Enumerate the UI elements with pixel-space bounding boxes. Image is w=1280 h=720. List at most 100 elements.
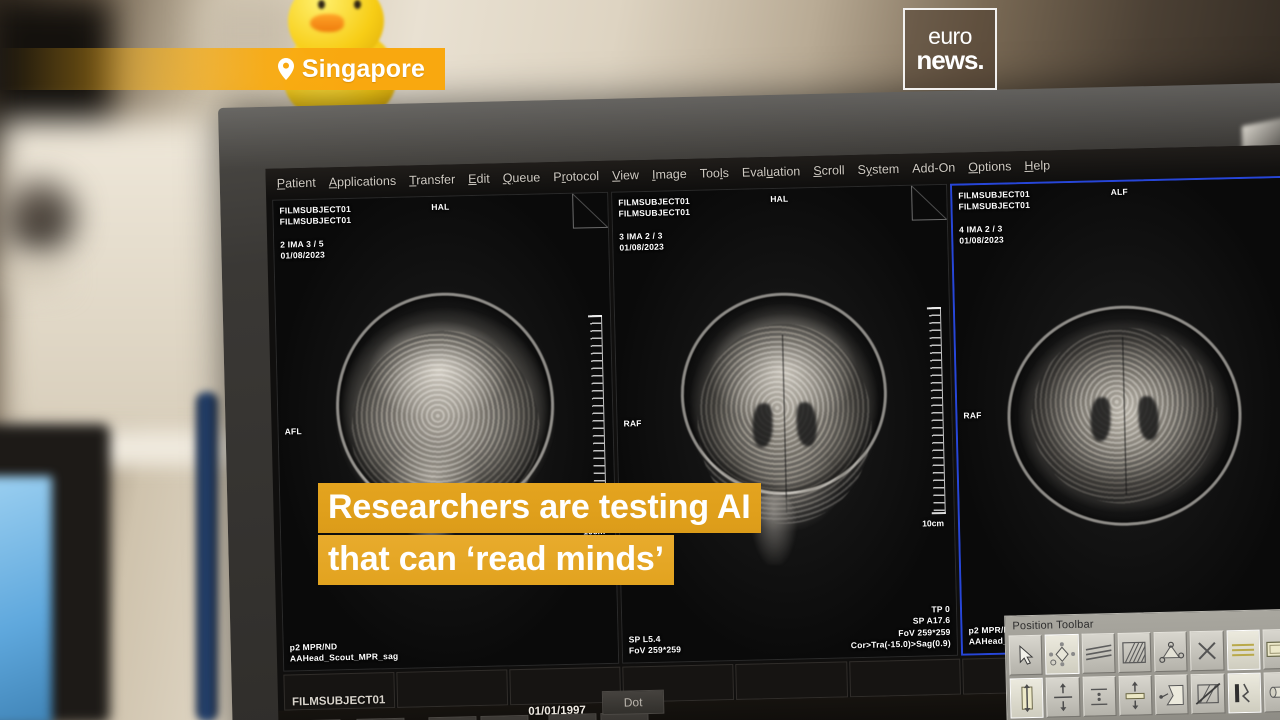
distribute-slices-button[interactable] (1045, 676, 1081, 718)
position-toolbar-grid (1008, 628, 1280, 719)
vertical-arrow-icon (1020, 684, 1033, 713)
menu-item-system[interactable]: System (857, 162, 899, 177)
hatched-slab-icon (1122, 641, 1147, 664)
background-slot (0, 268, 62, 284)
location-banner-content: Singapore (277, 54, 425, 84)
map-pin-icon (277, 58, 294, 80)
cancel-button[interactable]: ✕ (548, 713, 598, 720)
menu-item-evaluation[interactable]: Evaluation (742, 164, 801, 179)
brain-transverse-render (998, 296, 1251, 535)
move-handles-icon (1048, 642, 1075, 667)
mri-workstation-monitor: Patient Applications Transfer Edit Queue… (218, 82, 1280, 720)
transverse-image (952, 177, 1280, 654)
menu-item-edit[interactable]: Edit (468, 172, 490, 187)
coronal-image (612, 184, 958, 663)
location-label: Singapore (301, 54, 425, 83)
menu-item-protocol[interactable]: Protocol (553, 169, 599, 184)
angled-slices-button[interactable] (1117, 632, 1152, 673)
gap-dots-icon (1091, 688, 1108, 706)
location-banner: Singapore (0, 48, 445, 90)
background-cable (196, 392, 218, 720)
shift-slice-button[interactable] (1009, 677, 1044, 719)
menu-item-add-on[interactable]: Add-On (912, 161, 955, 176)
coronal-orientation-top: HAL (770, 193, 789, 205)
viewport-transverse[interactable]: FILMSUBJECT01 FILMSUBJECT01 4 IMA 2 / 3 01/… (949, 175, 1280, 656)
duck-eye-left (318, 0, 325, 9)
bottom-subject-label: FILMSUBJECT01 (291, 694, 386, 709)
ventricle-left (1089, 397, 1111, 442)
video-frame: Patient Applications Transfer Edit Queue… (0, 0, 1280, 720)
coronal-orientation-left: RAF (623, 417, 642, 429)
caption-line-1: Researchers are testing AI (318, 483, 761, 533)
menu-label: atient (284, 175, 316, 191)
menu-item-tools[interactable]: Tools (700, 166, 730, 181)
sagittal-image (273, 192, 619, 671)
viewport-coronal[interactable]: FILMSUBJECT01 FILMSUBJECT01 3 IMA 2 / 3 01/… (611, 183, 959, 664)
parallel-lines-icon (1085, 644, 1112, 661)
menu-item-queue[interactable]: Queue (503, 170, 541, 185)
sagittal-orientation-left: AFL (284, 425, 302, 437)
move-slice-group-button[interactable] (1044, 633, 1080, 675)
parallel-slices-button[interactable] (1081, 633, 1116, 674)
image-region-button[interactable] (1262, 628, 1280, 670)
filmsheet-button[interactable]: ⌸ (428, 716, 478, 720)
cursor-arrow-icon (1019, 645, 1034, 665)
delete-slices-button[interactable] (1189, 630, 1225, 672)
disable-slices-button[interactable] (1190, 673, 1226, 715)
gap-slices-button[interactable] (1082, 676, 1117, 717)
ruler-cap-bottom (931, 512, 946, 515)
duck-eye-right (354, 0, 361, 9)
center-slices-button[interactable] (1118, 675, 1153, 716)
angle-measure-button[interactable] (1154, 674, 1189, 716)
viewport-sagittal[interactable]: FILMSUBJECT01 FILMSUBJECT01 2 IMA 3 / 5 01/… (272, 191, 620, 672)
sagittal-patient-info: FILMSUBJECT01 FILMSUBJECT01 2 IMA 3 / 5 01/… (279, 203, 352, 261)
dot-button[interactable]: Dot (601, 689, 665, 716)
position-toolbar: Position Toolbar (1004, 608, 1280, 720)
duck-beak (310, 14, 344, 32)
film-cell[interactable] (848, 658, 961, 698)
menu-item-options[interactable]: Options (968, 159, 1011, 174)
film-cell[interactable] (396, 669, 509, 708)
marker-pen-icon (1234, 683, 1250, 703)
background-knob (4, 182, 74, 252)
menu-item-image[interactable]: Image (652, 167, 687, 182)
cylinder-icon (1269, 686, 1280, 698)
viewport-corner-marker (572, 192, 608, 229)
angle-polygon-icon (1158, 684, 1184, 706)
menu-item-view[interactable]: View (612, 168, 639, 183)
logo-line-2: news. (916, 44, 984, 75)
viewport-corner-marker (911, 184, 947, 221)
viewport-grid: FILMSUBJECT01 FILMSUBJECT01 2 IMA 3 / 5 01/… (272, 175, 1280, 672)
menu-item-patient[interactable]: Patient (277, 176, 316, 191)
menu-item-transfer[interactable]: Transfer (409, 172, 455, 187)
transverse-patient-info: FILMSUBJECT01 FILMSUBJECT01 4 IMA 2 / 3 01/… (958, 188, 1031, 246)
subtitle-caption: Researchers are testing AI that can ‘rea… (318, 483, 761, 585)
transverse-orientation-left: RAF (963, 409, 982, 421)
cross-icon (1198, 641, 1216, 660)
coronal-scale-unit: 10cm (922, 517, 945, 529)
menu-item-applications[interactable]: Applications (329, 174, 397, 190)
film-cell[interactable] (735, 661, 848, 700)
crossed-slab-icon (1195, 682, 1221, 705)
transverse-orientation-top: ALF (1110, 186, 1128, 197)
menu-item-scroll[interactable]: Scroll (813, 163, 845, 178)
image-box-icon (1266, 641, 1280, 658)
stacked-lines-icon (1232, 643, 1255, 657)
coronal-geometry-info: TP 0 SP A17.6 FoV 259*259 Cor>Tra(-15.0)>Sa… (850, 604, 951, 651)
double-arrow-icon (1053, 683, 1073, 712)
copy-button[interactable]: ⧉ (480, 714, 530, 720)
cylinder-region-button[interactable] (1263, 671, 1280, 713)
marker-tool-button[interactable] (1227, 672, 1262, 714)
coronal-slice-info: SP L5.4 FoV 259*259 (628, 633, 682, 656)
sagittal-sequence-info: p2 MPR/ND AAHead_Scout_MPR_sag (289, 640, 399, 664)
coronal-patient-info: FILMSUBJECT01 FILMSUBJECT01 3 IMA 2 / 3 01/… (618, 195, 691, 253)
center-arrows-icon (1125, 681, 1146, 710)
stacked-lines-button[interactable] (1226, 629, 1261, 671)
pointer-tool-button[interactable] (1008, 634, 1043, 676)
menu-item-help[interactable]: Help (1024, 158, 1050, 173)
rotate-slices-button[interactable] (1153, 631, 1188, 673)
sagittal-orientation-top: HAL (431, 201, 450, 212)
caption-line-2: that can ‘read minds’ (318, 535, 674, 585)
background-secondary-screen (0, 476, 52, 720)
euronews-logo: euro news. (903, 8, 997, 90)
